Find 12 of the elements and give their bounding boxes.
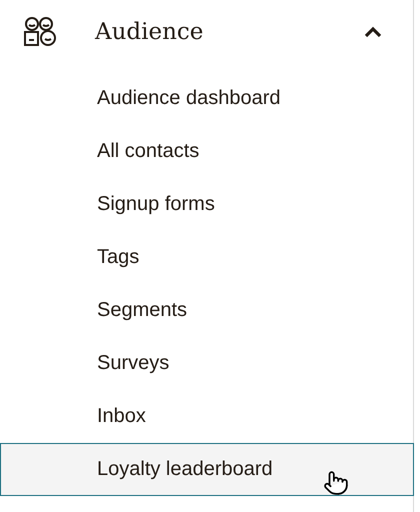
section-title[interactable]: Audience [95, 19, 363, 45]
menu-item[interactable]: Tags [0, 231, 414, 284]
menu-item[interactable]: Signup forms [0, 178, 414, 231]
menu-item[interactable]: Audience dashboard [0, 72, 414, 125]
menu-item[interactable]: All contacts [0, 125, 414, 178]
menu-item[interactable]: Loyalty leaderboard [0, 443, 414, 496]
chevron-icon[interactable] [363, 25, 383, 39]
menu-item[interactable]: Surveys [0, 337, 414, 390]
menu-item[interactable]: Segments [0, 284, 414, 337]
pointer-hand-icon [323, 470, 349, 496]
menu-item[interactable]: Inbox [0, 390, 414, 443]
audience-icon [24, 17, 58, 47]
